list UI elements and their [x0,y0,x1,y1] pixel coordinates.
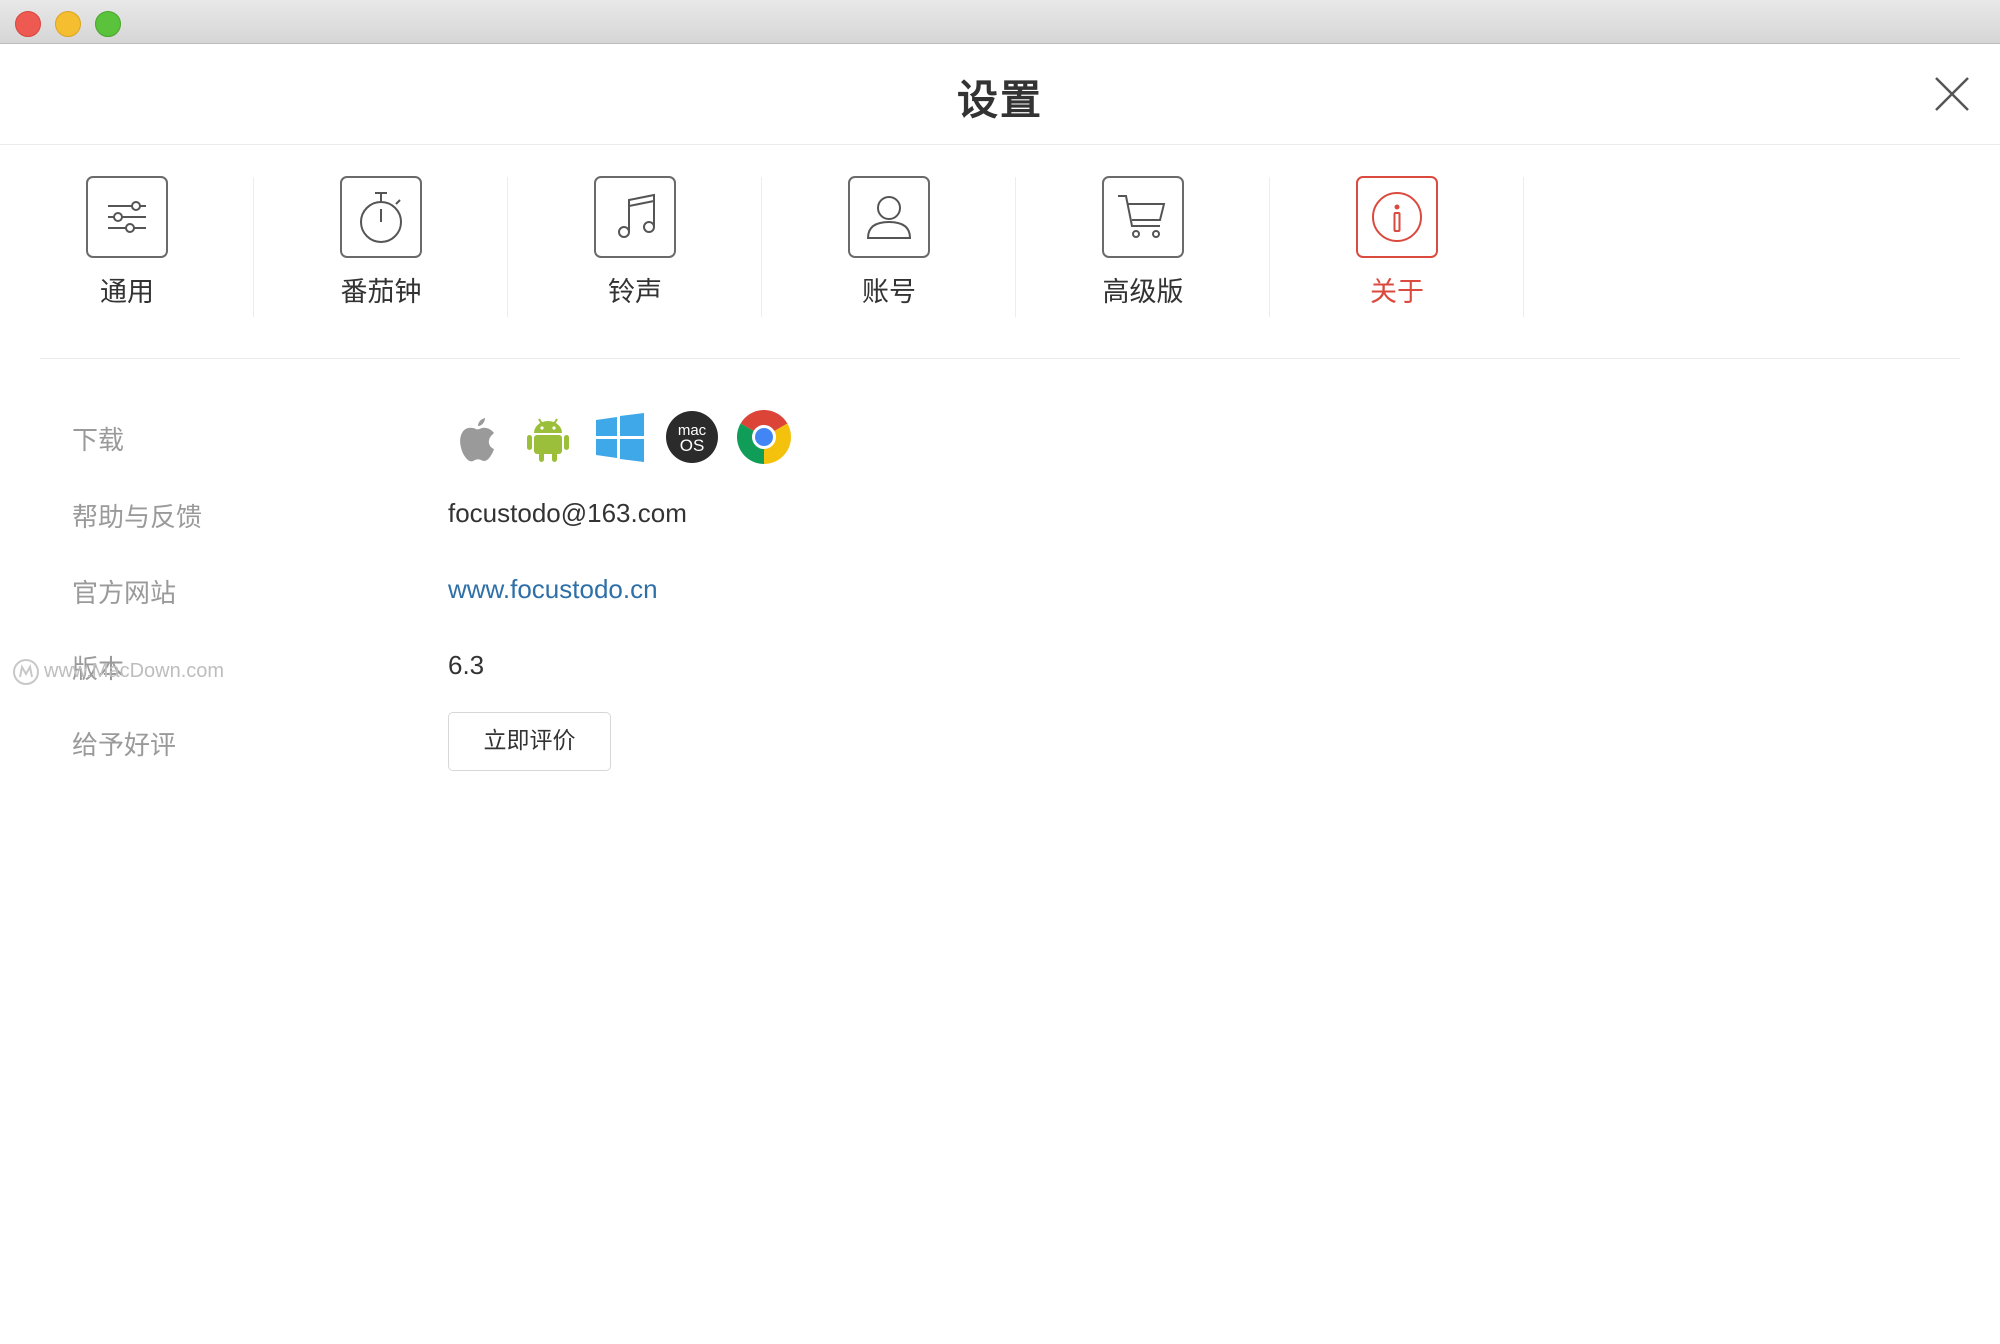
macos-badge-line2: OS [680,436,705,455]
help-email[interactable]: focustodo@163.com [448,498,687,529]
window-minimize-button[interactable] [55,11,81,37]
tab-general[interactable]: 通用 [0,145,254,360]
settings-tabs: 通用 番茄钟 铃声 账号 高级版 关于 [0,145,2000,360]
tab-about[interactable]: 关于 [1270,145,1524,360]
info-icon [1356,176,1438,258]
chrome-icon[interactable] [736,409,792,465]
watermark-logo-icon [13,659,39,685]
close-icon[interactable] [1932,74,1972,114]
windows-icon[interactable] [592,409,648,465]
music-note-icon [594,176,676,258]
cart-icon [1102,176,1184,258]
settings-header: 设置 [0,44,2000,145]
rate-now-button[interactable]: 立即评价 [448,712,611,771]
tab-account[interactable]: 账号 [762,145,1016,360]
sliders-icon [86,176,168,258]
tab-label: 通用 [100,277,154,308]
website-label: 官方网站 [72,579,177,609]
stopwatch-icon [340,176,422,258]
tab-label: 高级版 [1102,277,1184,308]
watermark-text: www.MacDown.com [44,660,225,682]
tabs-divider [40,358,1960,359]
window-close-button[interactable] [15,11,41,37]
tab-divider [1523,177,1524,317]
android-icon[interactable] [520,409,576,465]
tab-label: 铃声 [608,277,662,308]
tab-pomodoro[interactable]: 番茄钟 [254,145,508,360]
tab-ringtone[interactable]: 铃声 [508,145,762,360]
apple-icon[interactable] [448,409,504,465]
user-icon [848,176,930,258]
window-maximize-button[interactable] [95,11,121,37]
version-value: 6.3 [448,650,485,680]
download-label: 下载 [72,426,125,456]
tab-label: 账号 [862,277,916,308]
page-title: 设置 [957,76,1043,124]
macos-icon[interactable]: mac OS [664,409,720,465]
rate-label: 给予好评 [72,731,177,761]
tab-label: 关于 [1370,277,1424,308]
tab-premium[interactable]: 高级版 [1016,145,1270,360]
window-titlebar [0,0,2000,44]
tab-label: 番茄钟 [340,277,422,308]
website-link[interactable]: www.focustodo.cn [448,574,658,605]
help-feedback-label: 帮助与反馈 [72,503,203,533]
